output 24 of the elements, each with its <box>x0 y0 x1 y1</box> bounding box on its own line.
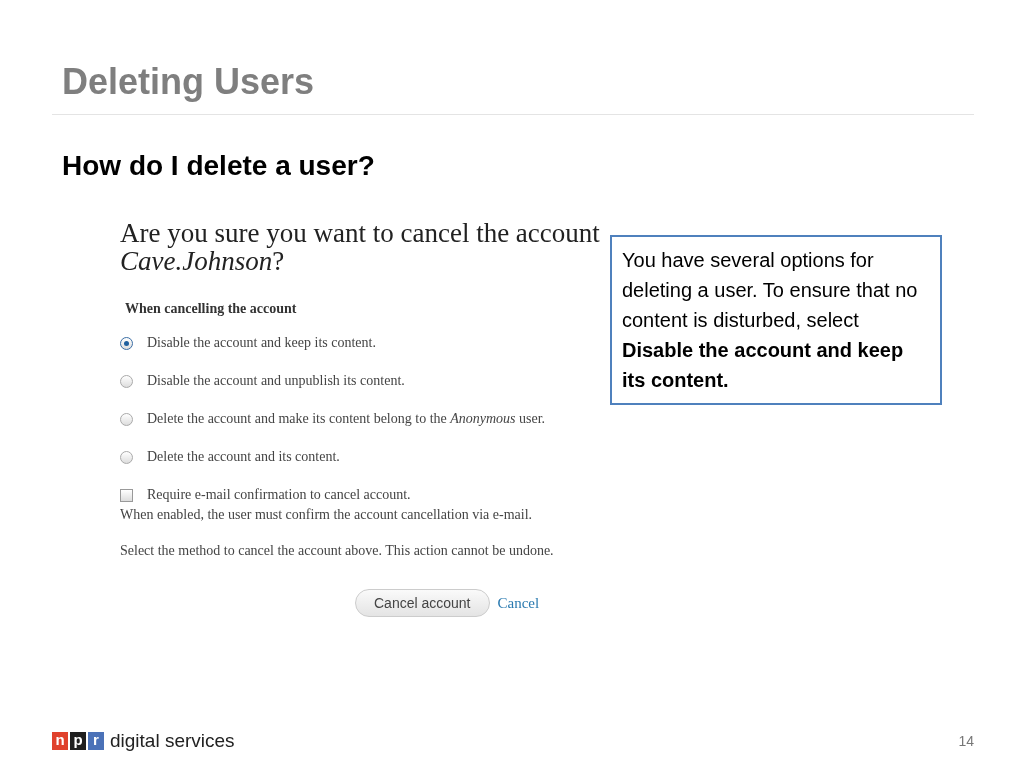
form-heading: Are you sure you want to cancel the account Cave.Johnson? <box>120 219 600 275</box>
logo-letter: p <box>70 732 86 750</box>
slide-title: Deleting Users <box>62 60 316 104</box>
checkbox-description: When enabled, the user must confirm the account cancellation via e-mail. <box>120 507 534 523</box>
warning-note: Select the method to cancel the account above. This action cannot be undone. <box>120 543 555 559</box>
option-label: Disable the account and keep its content. <box>147 335 376 351</box>
radio-button[interactable] <box>120 336 133 350</box>
radio-button[interactable] <box>120 374 133 388</box>
logo-text: digital services <box>110 730 235 752</box>
cancel-link[interactable]: Cancel <box>497 594 540 612</box>
checkbox-label: Require e-mail confirmation to cancel account. <box>147 487 411 503</box>
callout-box: You have several options for deleting a user. To ensure that no content is disturbed, select Disable the account and keep its content. <box>610 235 942 405</box>
checkbox[interactable] <box>120 488 133 502</box>
group-label: When cancelling the account <box>125 301 298 317</box>
logo-letter: r <box>88 732 104 750</box>
page-number: 14 <box>958 733 974 749</box>
logo-letter: n <box>52 732 68 750</box>
radio-button[interactable] <box>120 412 133 426</box>
option-label: Delete the account and make its content belong to the Anonymous user. <box>147 411 546 427</box>
cancel-account-button[interactable]: Cancel account <box>355 589 490 617</box>
slide-subtitle: How do I delete a user? <box>62 149 376 183</box>
option-label: Delete the account and its content. <box>147 449 340 465</box>
option-label: Disable the account and unpublish its content. <box>147 373 405 389</box>
radio-button[interactable] <box>120 450 133 464</box>
